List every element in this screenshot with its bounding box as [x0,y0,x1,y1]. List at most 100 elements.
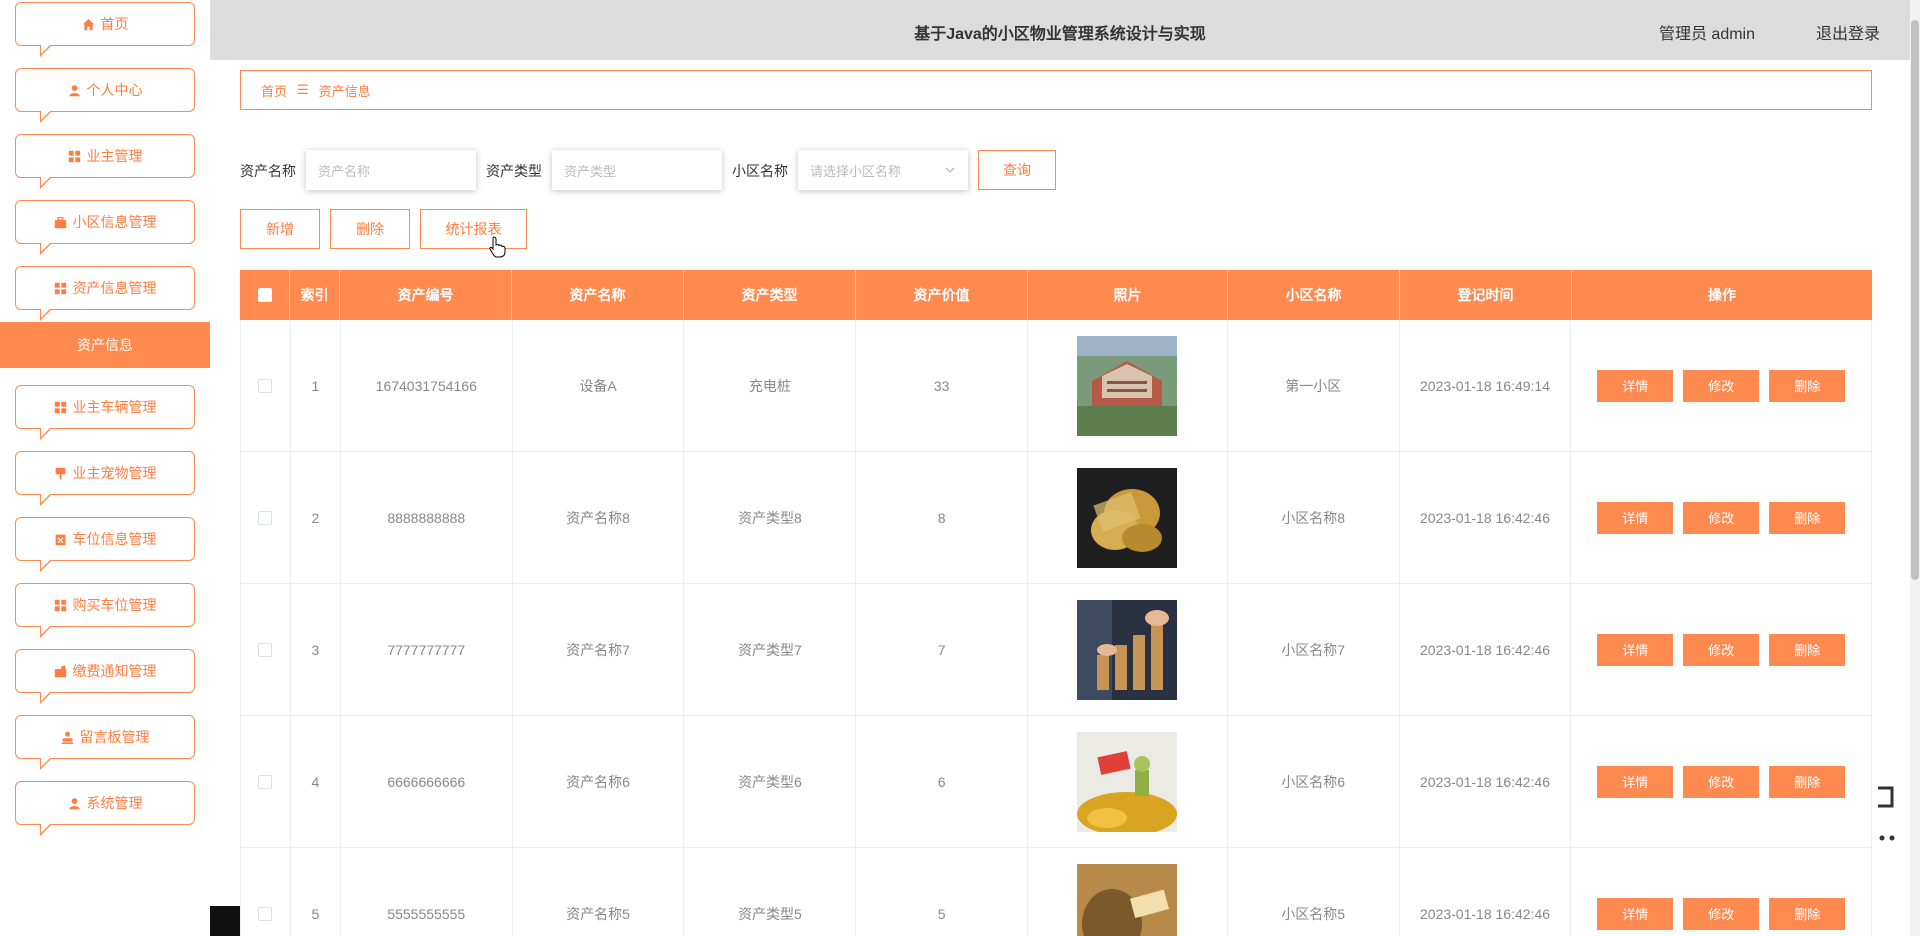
floating-widget-icon[interactable] [1872,780,1902,850]
edit-button[interactable]: 修改 [1683,633,1760,666]
cell-operations: 详情 修改 删除 [1571,452,1871,583]
header-code: 资产编号 [340,270,512,320]
cell-time: 2023-01-18 16:42:46 [1400,584,1572,715]
detail-button[interactable]: 详情 [1597,633,1674,666]
row-checkbox-cell [241,452,291,583]
table-row: 3 7777777777 资产名称7 资产类型7 7 小区名称7 2023-01… [240,584,1872,716]
sidebar-item-parking[interactable]: 车位信息管理 [15,517,195,572]
cell-community: 小区名称7 [1228,584,1400,715]
delete-button[interactable]: 删除 [1769,501,1846,534]
select-all-cell [240,270,290,320]
sidebar-item-owners[interactable]: 业主管理 [15,134,195,189]
user-icon [68,797,80,809]
row-checkbox[interactable] [258,906,273,921]
money-bag-photo[interactable] [1077,863,1178,936]
edit-button[interactable]: 修改 [1683,369,1760,402]
asset-name-input[interactable]: 资产名称 [306,150,476,190]
cell-photo [1028,452,1228,583]
delete-button[interactable]: 删除 [1769,633,1846,666]
top-bar: 基于Java的小区物业管理系统设计与实现 管理员 admin 退出登录 [210,0,1910,60]
select-all-checkbox[interactable] [257,288,272,302]
query-button[interactable]: 查询 [978,150,1056,190]
cell-value: 8 [856,452,1029,583]
detail-button[interactable]: 详情 [1597,897,1674,930]
edit-button[interactable]: 修改 [1683,765,1760,798]
cell-code: 7777777777 [341,584,513,715]
delete-button[interactable]: 删除 [1769,897,1846,930]
sidebar-item-system[interactable]: 系统管理 [15,781,195,836]
row-checkbox[interactable] [258,510,273,525]
row-checkbox-cell [241,848,291,936]
edit-button[interactable]: 修改 [1683,501,1760,534]
cell-name: 资产名称7 [513,584,685,715]
header-photo: 照片 [1028,270,1228,320]
coins-photo[interactable] [1077,467,1178,568]
delete-button[interactable]: 删除 [1769,765,1846,798]
asset-gold-photo[interactable] [1077,731,1178,832]
report-button[interactable]: 统计报表 [420,209,527,249]
coin-stack-photo[interactable] [1077,599,1178,700]
cell-value: 7 [856,584,1029,715]
asset-type-input[interactable]: 资产类型 [552,150,722,190]
cell-name: 资产名称5 [513,848,685,936]
sidebar-subitem-asset-info[interactable]: 资产信息 [0,322,210,368]
edit-button[interactable]: 修改 [1683,897,1760,930]
header-value: 资产价值 [856,270,1028,320]
detail-button[interactable]: 详情 [1597,369,1674,402]
cell-photo [1028,848,1228,936]
cell-value: 6 [856,716,1029,847]
sidebar-item-purchase-parking[interactable]: 购买车位管理 [15,583,195,638]
sidebar-item-pets[interactable]: 业主宠物管理 [15,451,195,506]
asset-table: 索引 资产编号 资产名称 资产类型 资产价值 照片 小区名称 登记时间 操作 1… [240,270,1872,936]
cell-code: 5555555555 [341,848,513,936]
sidebar-item-label: 个人中心 [86,82,143,98]
cell-type: 资产类型6 [684,716,857,847]
breadcrumb-home[interactable]: 首页 [261,81,287,100]
header-time: 登记时间 [1400,270,1572,320]
sidebar-item-payment-notice[interactable]: 缴费通知管理 [15,649,195,704]
delete-button[interactable]: 删除 [1769,369,1846,402]
header-community: 小区名称 [1228,270,1400,320]
breadcrumb: 首页 ☰ 资产信息 [240,70,1872,110]
cell-community: 小区名称6 [1228,716,1400,847]
sidebar-item-community[interactable]: 小区信息管理 [15,200,195,255]
cell-type: 资产类型5 [684,848,857,936]
grid-icon [68,150,80,162]
community-label: 小区名称 [732,163,788,179]
cell-time: 2023-01-18 16:42:46 [1400,452,1572,583]
cell-operations: 详情 修改 删除 [1571,716,1871,847]
building-photo[interactable] [1077,335,1178,436]
detail-button[interactable]: 详情 [1597,765,1674,798]
sidebar-item-label: 资产信息管理 [72,280,157,296]
breadcrumb-current: 资产信息 [318,83,371,99]
cell-name: 资产名称8 [513,452,685,583]
sidebar-item-assets[interactable]: 资产信息管理 [15,266,195,321]
cell-index: 5 [291,848,341,936]
table-row: 2 8888888888 资产名称8 资产类型8 8 小区名称8 2023-01… [240,452,1872,584]
batch-delete-button[interactable]: 删除 [330,209,410,249]
row-checkbox[interactable] [258,642,273,657]
row-checkbox[interactable] [258,774,273,789]
cell-photo [1028,584,1228,715]
scrollbar-thumb[interactable] [1911,20,1919,580]
sidebar-item-vehicles[interactable]: 业主车辆管理 [15,385,195,440]
cell-operations: 详情 修改 删除 [1571,320,1871,451]
wallet-icon [54,665,66,677]
logout-link[interactable]: 退出登录 [1816,20,1880,44]
community-select[interactable]: 请选择小区名称 [798,150,968,190]
clipboard-icon [55,534,65,545]
page-scrollbar[interactable] [1910,0,1920,936]
table-row: 1 1674031754166 设备A 充电桩 33 第一小区 2023-01-… [240,320,1872,452]
sidebar-item-message-board[interactable]: 留言板管理 [15,715,195,770]
sidebar-item-profile[interactable]: 个人中心 [15,68,195,123]
app-title: 基于Java的小区物业管理系统设计与实现 [914,26,1206,43]
row-checkbox[interactable] [258,378,273,393]
table-row: 4 6666666666 资产名称6 资产类型6 6 小区名称6 2023-01… [240,716,1872,848]
detail-button[interactable]: 详情 [1597,501,1674,534]
grid-icon [54,599,66,611]
table-row: 5 5555555555 资产名称5 资产类型5 5 小区名称5 2023-01… [240,848,1872,936]
sidebar-item-home[interactable]: 首页 [15,2,195,57]
add-button[interactable]: 新增 [240,209,320,249]
cell-value: 33 [856,320,1029,451]
cell-operations: 详情 修改 删除 [1571,848,1871,936]
